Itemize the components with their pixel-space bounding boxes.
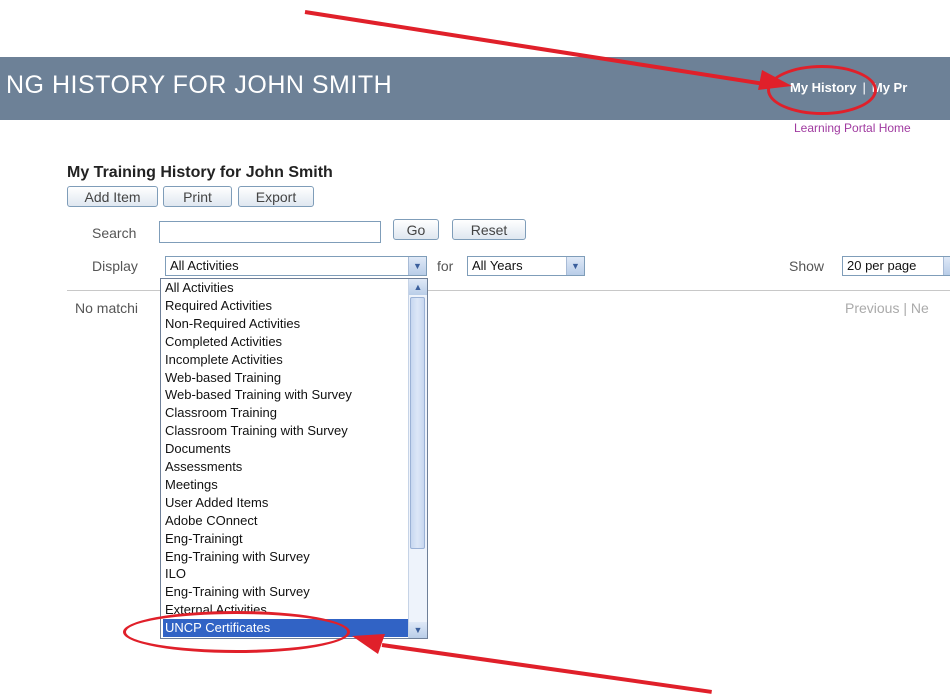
arrowhead-bottom: [352, 634, 385, 654]
annotation-circle-uncp: [123, 611, 350, 653]
annotation-circle-my-history: [767, 65, 877, 115]
